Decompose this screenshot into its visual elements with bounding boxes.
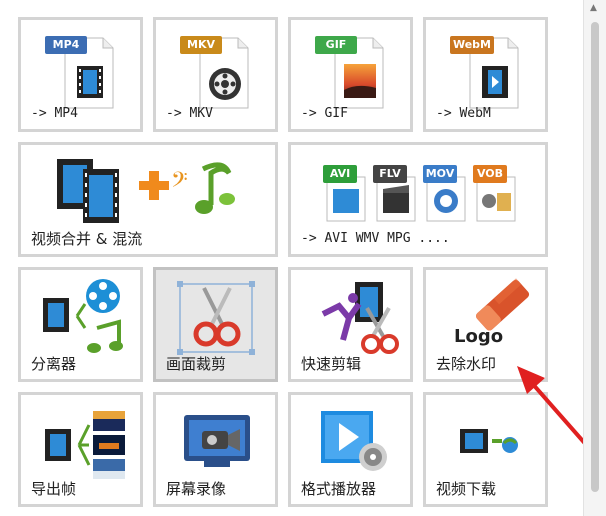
quick-cut-icon: [321, 282, 399, 354]
vob-badge: VOB: [473, 165, 507, 183]
export-frames-icon: [45, 411, 125, 479]
tile-label: -> WebM: [436, 106, 491, 121]
tile-label: -> MP4: [31, 106, 78, 121]
tile-label: -> MKV: [166, 106, 213, 121]
tile-label: 视频合并 & 混流: [31, 230, 143, 248]
svg-text:𝄢: 𝄢: [171, 168, 188, 198]
scroll-up-arrow-icon[interactable]: ▲: [590, 3, 597, 13]
flv-badge: FLV: [373, 165, 407, 183]
tile-format-player[interactable]: 格式播放器: [288, 392, 413, 507]
vertical-scrollbar[interactable]: ▲: [583, 0, 606, 516]
gif-badge: GIF: [315, 36, 357, 54]
tile-label: 去除水印: [436, 355, 497, 373]
tile-export-frames[interactable]: 导出帧: [18, 392, 143, 507]
player-icon: [321, 411, 387, 471]
tile-crop[interactable]: 画面裁剪: [153, 267, 278, 382]
tile-label: -> GIF: [301, 106, 348, 121]
merge-icon: 𝄢: [57, 159, 235, 223]
tile-label: 快速剪辑: [301, 355, 362, 373]
tile-splitter[interactable]: 分离器: [18, 267, 143, 382]
tile-to-other-formats[interactable]: AVI FLV MOV VOB -> AVI WMV MPG ....: [288, 142, 548, 257]
webm-badge: WebM: [450, 36, 494, 54]
tile-label: 导出帧: [31, 480, 77, 498]
tile-merge-mux[interactable]: 𝄢 视频合并 & 混流: [18, 142, 278, 257]
scroll-thumb[interactable]: [591, 22, 599, 492]
tile-label: 屏幕录像: [166, 480, 227, 498]
screen-record-icon: [184, 415, 250, 467]
tile-label: 视频下载: [436, 480, 497, 498]
mkv-badge: MKV: [180, 36, 222, 54]
crop-scissors-icon: [177, 281, 255, 355]
mov-badge: MOV: [423, 165, 457, 183]
tile-label: 分离器: [31, 355, 77, 373]
mp4-badge: MP4: [45, 36, 87, 54]
tile-label: -> AVI WMV MPG ....: [301, 231, 450, 246]
tile-quick-cut[interactable]: 快速剪辑: [288, 267, 413, 382]
tile-screen-record[interactable]: 屏幕录像: [153, 392, 278, 507]
tile-to-mp4[interactable]: MP4 -> MP4: [18, 17, 143, 132]
splitter-icon: [43, 279, 123, 353]
tile-to-mkv[interactable]: MKV -> MKV: [153, 17, 278, 132]
tile-label: 格式播放器: [301, 480, 377, 498]
tile-to-gif[interactable]: GIF -> GIF: [288, 17, 413, 132]
logo-text: Logo: [454, 326, 504, 347]
avi-badge: AVI: [323, 165, 357, 183]
tile-to-webm[interactable]: WebM -> WebM: [423, 17, 548, 132]
tile-label: 画面裁剪: [166, 355, 227, 373]
